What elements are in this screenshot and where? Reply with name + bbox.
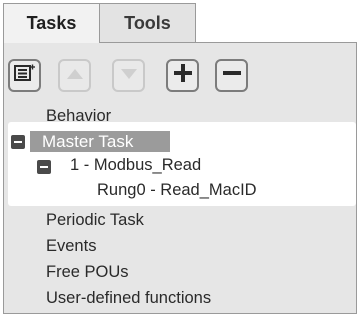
- plus-icon: [173, 63, 193, 88]
- tab-tasks[interactable]: Tasks: [3, 3, 100, 43]
- add-button[interactable]: [166, 59, 199, 92]
- arrow-up-icon: [66, 67, 84, 85]
- tree-item-master-task[interactable]: Master Task: [30, 131, 170, 152]
- collapse-modbus-read-icon[interactable]: [37, 160, 51, 174]
- remove-button[interactable]: [215, 59, 248, 92]
- tree-item-rung0[interactable]: Rung0 - Read_MacID: [97, 180, 257, 200]
- tree-item-user-defined-functions[interactable]: User-defined functions: [46, 288, 211, 308]
- move-down-button[interactable]: [112, 59, 145, 92]
- tree-item-periodic-task[interactable]: Periodic Task: [46, 210, 144, 230]
- add-task-list-icon: [13, 64, 36, 87]
- add-task-list-button[interactable]: [8, 59, 41, 92]
- tree-item-events[interactable]: Events: [46, 236, 96, 256]
- tab-tools[interactable]: Tools: [99, 3, 196, 42]
- tab-bar: Tasks Tools: [0, 0, 360, 43]
- tree-item-modbus-read[interactable]: 1 - Modbus_Read: [70, 155, 201, 175]
- tree-item-free-pous[interactable]: Free POUs: [46, 262, 129, 282]
- move-up-button[interactable]: [58, 59, 91, 92]
- minus-icon: [222, 63, 242, 88]
- collapse-master-task-icon[interactable]: [11, 135, 25, 149]
- arrow-down-icon: [120, 67, 138, 85]
